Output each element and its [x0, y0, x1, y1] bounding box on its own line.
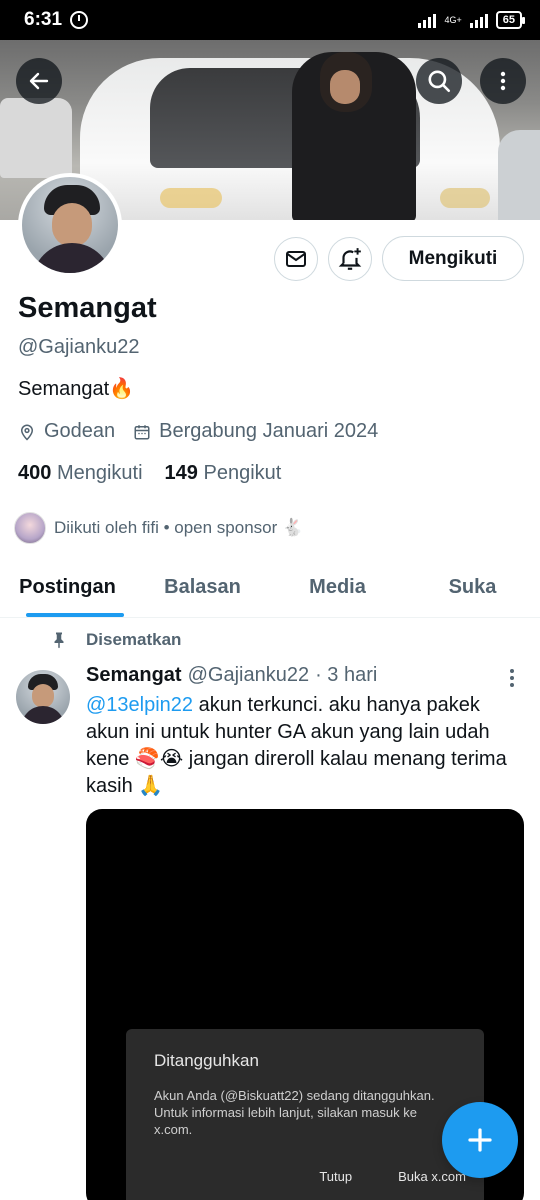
notify-button[interactable] — [328, 237, 372, 281]
tweet-more-button[interactable] — [502, 668, 522, 688]
tab-posts[interactable]: Postingan — [0, 558, 135, 617]
alarm-icon — [70, 11, 89, 29]
profile-location: Godean — [18, 420, 115, 443]
calendar-icon — [134, 424, 150, 439]
tweet-time: · 3 hari — [315, 664, 378, 686]
network-indicator: 4G+ — [444, 14, 462, 25]
mail-icon — [286, 251, 306, 267]
message-button[interactable] — [274, 237, 318, 281]
location-text: Godean — [44, 420, 116, 442]
banner-headlight — [160, 188, 222, 208]
back-button[interactable] — [16, 58, 62, 104]
profile-bio: Semangat🔥 — [18, 378, 135, 400]
following-label: Mengikuti — [56, 462, 143, 484]
banner-person-face — [330, 70, 360, 104]
dialog-open-label: Buka x.com — [398, 1169, 466, 1184]
follower-avatar — [14, 512, 46, 544]
status-right: 4G+ 65 — [418, 11, 526, 29]
banner-right-car — [498, 130, 540, 220]
dialog-title: Ditangguhkan — [154, 1051, 259, 1070]
follow-counts: 400 Mengikuti 149 Pengikut — [18, 462, 281, 485]
tweet-text: @13elpin22 akun terkunci. aku hanya pake… — [86, 692, 526, 800]
signal-icon — [418, 12, 437, 28]
tweet-mention[interactable]: @13elpin22 — [86, 694, 193, 716]
pinned-label: Disematkan — [86, 630, 182, 649]
tweet-avatar[interactable] — [16, 670, 70, 724]
search-button[interactable] — [416, 58, 462, 104]
dialog-buttons: Tutup Buka x.com — [319, 1169, 466, 1184]
followers-count: 149 — [164, 462, 198, 484]
more-options-button[interactable] — [480, 58, 526, 104]
profile-handle: @Gajianku22 — [18, 336, 140, 358]
tab-media[interactable]: Media — [270, 558, 405, 617]
media-suspended-dialog: Ditangguhkan Akun Anda (@Biskuatt22) sed… — [126, 1029, 484, 1200]
location-icon — [20, 424, 34, 441]
compose-button[interactable] — [442, 1102, 518, 1178]
following-button[interactable]: Mengikuti — [382, 236, 524, 281]
banner-bg-car — [0, 98, 72, 178]
followers-count-link[interactable]: 149 Pengikut — [165, 462, 282, 485]
more-vertical-icon — [500, 71, 506, 91]
banner-headlight — [440, 188, 490, 208]
tab-replies[interactable]: Balasan — [135, 558, 270, 617]
following-count: 400 — [18, 462, 52, 484]
following-count-link[interactable]: 400 Mengikuti — [18, 462, 143, 485]
profile-avatar[interactable] — [18, 173, 122, 277]
tab-likes[interactable]: Suka — [405, 558, 540, 617]
search-icon — [428, 70, 451, 93]
profile-joined: Bergabung Januari 2024 — [133, 420, 378, 443]
profile-tabs: Postingan Balasan Media Suka — [0, 558, 540, 618]
bell-plus-icon — [338, 248, 362, 270]
profile-meta: Godean Bergabung Januari 2024 — [18, 420, 396, 443]
tweet-author[interactable]: Semangat — [86, 664, 182, 687]
followed-by[interactable]: Diikuti oleh fifi • open sponsor 🐇 — [14, 512, 303, 544]
dialog-close-label: Tutup — [319, 1169, 353, 1184]
followers-label: Pengikut — [203, 462, 282, 484]
compose-plus-icon — [468, 1128, 492, 1152]
pinned-indicator: Disematkan — [50, 630, 181, 650]
followed-by-text: Diikuti oleh fifi • open sponsor 🐇 — [54, 518, 304, 537]
status-time: 6:31 — [24, 9, 63, 30]
signal-icon-2 — [469, 12, 488, 28]
pin-icon — [54, 632, 64, 649]
battery-icon: 65 — [495, 11, 526, 29]
profile-name: Semangat — [18, 292, 157, 324]
status-bar: 6:31 4G+ 65 — [0, 0, 540, 40]
joined-text: Bergabung Januari 2024 — [159, 420, 379, 442]
tweet-header: Semangat @Gajianku22 · 3 hari — [86, 664, 377, 687]
dialog-body: Akun Anda (@Biskuatt22) sedang ditangguh… — [154, 1088, 435, 1137]
back-arrow-icon — [29, 72, 49, 90]
tweet-handle[interactable]: @Gajianku22 — [188, 664, 309, 687]
